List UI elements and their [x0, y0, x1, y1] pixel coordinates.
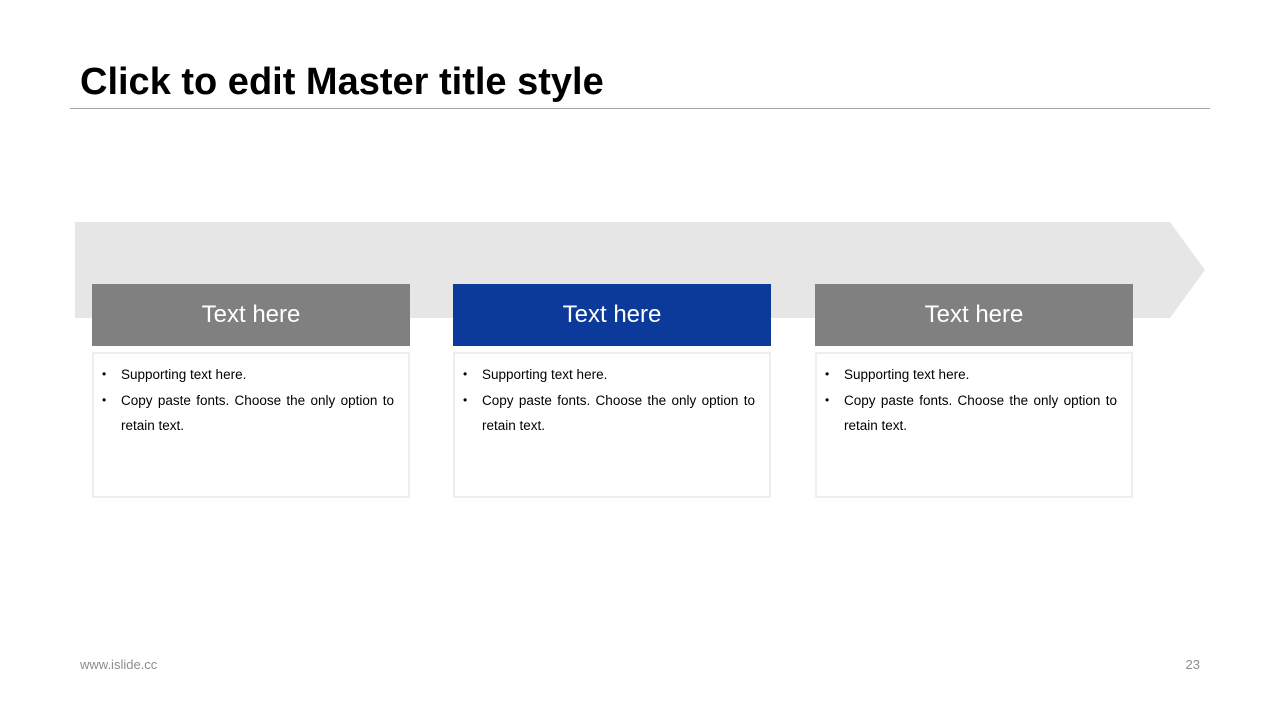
footer-url: www.islide.cc [80, 657, 158, 672]
step-card-header-label: Text here [924, 301, 1024, 328]
step-card-header[interactable]: Text here [92, 284, 410, 346]
slide: Click to edit Master title style Text he… [0, 0, 1280, 720]
step-card-body[interactable]: • Supporting text here. • Copy paste fon… [815, 352, 1133, 498]
list-item: • Copy paste fonts. Choose the only opti… [102, 388, 394, 439]
bullet-icon: • [825, 367, 830, 381]
bullet-icon: • [102, 367, 107, 381]
list-item: • Copy paste fonts. Choose the only opti… [463, 388, 755, 439]
bullet-text: Supporting text here. [121, 367, 247, 382]
bullet-icon: • [102, 392, 107, 407]
list-item: • Supporting text here. [825, 362, 1117, 388]
bullet-text: Supporting text here. [844, 367, 970, 382]
step-card-header[interactable]: Text here [453, 284, 771, 346]
step-card-body[interactable]: • Supporting text here. • Copy paste fon… [92, 352, 410, 498]
step-card-1: Text here • Supporting text here. • Copy… [92, 284, 410, 498]
bullet-icon: • [463, 392, 468, 407]
list-item: • Supporting text here. [463, 362, 755, 388]
step-card-header-label: Text here [562, 301, 662, 328]
bullet-list: • Supporting text here. • Copy paste fon… [94, 354, 408, 439]
list-item: • Copy paste fonts. Choose the only opti… [825, 388, 1117, 439]
step-card-2: Text here • Supporting text here. • Copy… [453, 284, 771, 498]
bullet-list: • Supporting text here. • Copy paste fon… [817, 354, 1131, 439]
bullet-icon: • [463, 367, 468, 381]
bullet-text: Copy paste fonts. Choose the only option… [844, 392, 1117, 434]
list-item: • Supporting text here. [102, 362, 394, 388]
page-number: 23 [1185, 657, 1200, 672]
step-card-3: Text here • Supporting text here. • Copy… [815, 284, 1133, 498]
step-card-body[interactable]: • Supporting text here. • Copy paste fon… [453, 352, 771, 498]
bullet-icon: • [825, 392, 830, 407]
bullet-list: • Supporting text here. • Copy paste fon… [455, 354, 769, 439]
step-card-header[interactable]: Text here [815, 284, 1133, 346]
step-card-header-label: Text here [201, 301, 301, 328]
title-divider [70, 108, 1210, 109]
bullet-text: Supporting text here. [482, 367, 608, 382]
slide-title[interactable]: Click to edit Master title style [80, 58, 604, 106]
bullet-text: Copy paste fonts. Choose the only option… [121, 392, 394, 434]
bullet-text: Copy paste fonts. Choose the only option… [482, 392, 755, 434]
